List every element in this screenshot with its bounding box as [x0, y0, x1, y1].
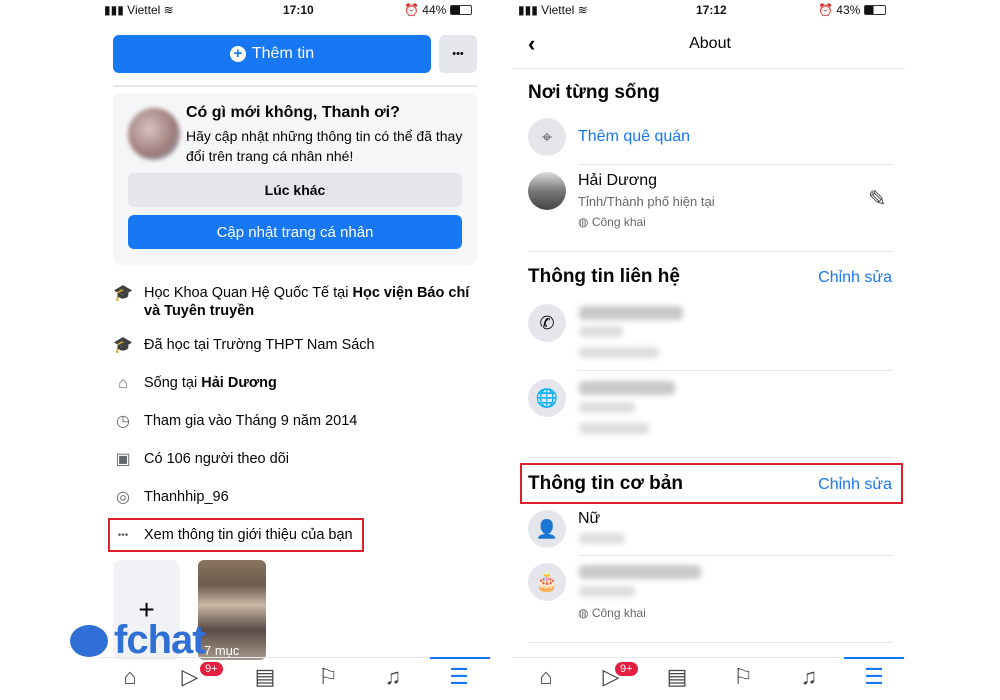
- wifi-icon: ≋: [574, 3, 588, 17]
- nav-pages-icon[interactable]: ⚐: [726, 664, 760, 690]
- highlight-box: [520, 463, 903, 504]
- nav-pages-icon[interactable]: ⚐: [311, 664, 345, 690]
- divider: [528, 642, 892, 643]
- blurred-label: [579, 402, 635, 413]
- blurred-label: [579, 533, 625, 544]
- intro-item-followers: ▣ Có 106 người theo dõi: [113, 450, 289, 470]
- back-button[interactable]: ‹: [528, 31, 535, 57]
- nav-menu-icon[interactable]: ☰: [442, 664, 476, 690]
- nav-menu-icon[interactable]: ☰: [857, 664, 891, 690]
- nav-home-icon[interactable]: ⌂: [113, 664, 147, 690]
- intro-item-instagram[interactable]: ◎ Thanhhip_96: [113, 488, 229, 508]
- update-profile-button[interactable]: Cập nhật trang cá nhân: [128, 215, 462, 249]
- globe-icon: ◍: [578, 215, 592, 229]
- later-button[interactable]: Lúc khác: [128, 173, 462, 207]
- phone-icon: ✆: [528, 304, 566, 342]
- blurred-label: [579, 326, 623, 337]
- active-tab-indicator: [844, 657, 904, 659]
- active-tab-indicator: [430, 657, 490, 659]
- plus-circle-icon: +: [229, 46, 246, 62]
- page-title: About: [689, 35, 731, 52]
- gender-value: Nữ: [578, 510, 601, 527]
- alarm-icon: ⏰: [818, 3, 837, 17]
- status-battery: ⏰ 44%: [404, 3, 472, 17]
- battery-icon: [863, 5, 886, 15]
- status-time: 17:10: [283, 3, 314, 17]
- blurred-phone: [579, 306, 683, 320]
- watch-badge: 9+: [199, 661, 224, 677]
- header-divider: [512, 68, 905, 69]
- signal-icon: ▮▮▮: [104, 3, 128, 17]
- privacy-public: ◍ Công khai: [578, 215, 646, 229]
- alarm-icon: ⏰: [404, 3, 423, 17]
- privacy-public: ◍ Công khai: [578, 606, 646, 620]
- more-button[interactable]: •••: [439, 35, 477, 73]
- featured-photo[interactable]: 7 mục: [198, 560, 266, 660]
- divider: [528, 457, 892, 458]
- nav-home-icon[interactable]: ⌂: [529, 664, 563, 690]
- prompt-title: Có gì mới không, Thanh ơi?: [186, 104, 400, 121]
- contact-edit-link[interactable]: Chỉnh sửa: [818, 269, 892, 287]
- status-bar-right: ▮▮▮ Viettel ≋: [518, 3, 588, 17]
- nav-marketplace-icon[interactable]: ▤: [660, 664, 694, 690]
- instagram-icon: ◎: [116, 489, 130, 506]
- status-time: 17:12: [696, 3, 727, 17]
- current-city: Hải Dương: [578, 172, 658, 189]
- divider: [578, 370, 892, 371]
- highlight-box: [108, 518, 364, 552]
- watch-badge: 9+: [614, 661, 639, 677]
- blurred-privacy: [579, 347, 659, 358]
- globe-icon: ◍: [578, 606, 592, 620]
- followers-icon: ▣: [115, 451, 131, 468]
- pencil-edit-icon[interactable]: ✎: [868, 186, 886, 212]
- intro-item-university: 🎓 Học Khoa Quan Hệ Quốc Tế tại Học viện B…: [113, 285, 470, 319]
- graduation-cap-icon: 🎓: [113, 285, 133, 302]
- birthday-cake-icon: 🎂: [528, 563, 566, 601]
- avatar[interactable]: [128, 108, 180, 160]
- status-bar-left: ▮▮▮ Viettel ≋: [104, 3, 174, 17]
- places-header: Nơi từng sống: [528, 82, 660, 103]
- intro-item-school: 🎓 Đã học tại Trường THPT Nam Sách: [113, 337, 375, 354]
- robot-logo-icon: [70, 624, 108, 657]
- nav-notifications-icon[interactable]: ♫: [376, 664, 410, 690]
- divider: [113, 85, 477, 87]
- location-pin-icon: ⌖: [528, 118, 566, 156]
- nav-notifications-icon[interactable]: ♫: [792, 664, 826, 690]
- city-photo: [528, 172, 566, 210]
- current-city-label: Tỉnh/Thành phố hiện tại: [578, 194, 715, 209]
- intro-item-joined: ◷ Tham gia vào Tháng 9 năm 2014: [113, 412, 357, 432]
- divider: [578, 555, 892, 556]
- globe-icon: 🌐: [528, 379, 566, 417]
- clock-icon: ◷: [116, 413, 130, 430]
- add-story-button[interactable]: + Thêm tin: [113, 35, 431, 73]
- wifi-icon: ≋: [160, 3, 174, 17]
- home-icon: ⌂: [118, 375, 128, 392]
- status-battery: ⏰ 43%: [818, 3, 886, 17]
- battery-icon: [449, 5, 472, 15]
- blurred-instagram: [579, 381, 675, 395]
- blurred-label: [579, 586, 635, 597]
- divider: [528, 251, 892, 252]
- signal-icon: ▮▮▮: [518, 3, 542, 17]
- contact-header: Thông tin liên hệ: [528, 266, 680, 287]
- prompt-text: Hãy cập nhật những thông tin có thể đã t…: [186, 128, 463, 164]
- person-icon: 👤: [528, 510, 566, 548]
- add-hometown-link[interactable]: Thêm quê quán: [578, 128, 690, 146]
- blurred-privacy: [579, 423, 649, 434]
- graduation-cap-icon: 🎓: [113, 337, 133, 354]
- nav-marketplace-icon[interactable]: ▤: [248, 664, 282, 690]
- intro-item-lives-in: ⌂ Sống tại Hải Dương: [113, 374, 277, 394]
- blurred-birthday: [579, 565, 701, 579]
- divider: [578, 164, 892, 165]
